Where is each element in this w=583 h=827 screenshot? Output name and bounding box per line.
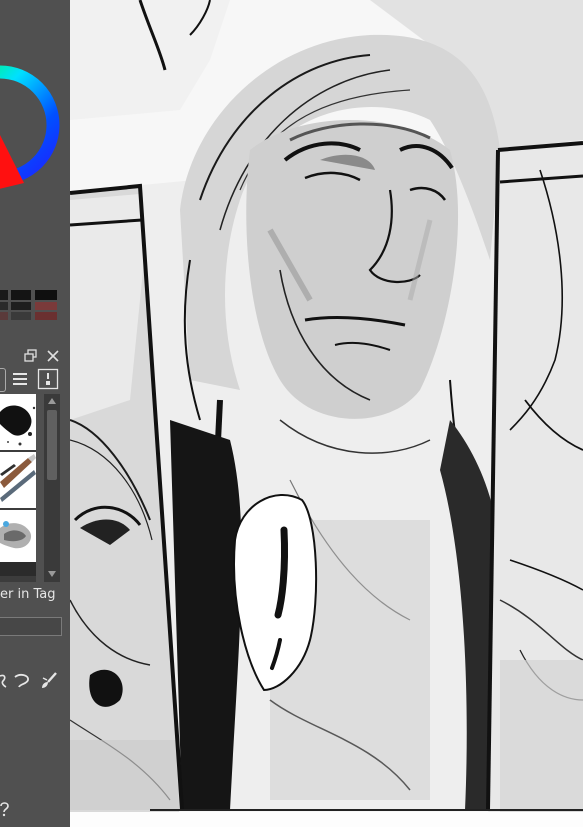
brush-search-field[interactable] <box>0 617 62 636</box>
brush-list <box>0 394 36 582</box>
brush-scrollbar[interactable] <box>44 394 60 582</box>
brush-thumbnail[interactable] <box>0 510 36 576</box>
popout-icon[interactable] <box>24 349 38 363</box>
swatch[interactable] <box>35 302 57 310</box>
settings-icon[interactable] <box>37 368 59 390</box>
paintbrush-icon[interactable] <box>38 670 60 692</box>
swatch[interactable] <box>0 290 8 300</box>
brush-view-toggle[interactable] <box>0 368 6 392</box>
brush-thumbnail[interactable] <box>0 452 36 508</box>
swatch[interactable] <box>35 290 57 300</box>
manga-page[interactable] <box>70 0 583 827</box>
center-panel <box>142 34 510 811</box>
brush-thumbnail[interactable] <box>0 394 36 450</box>
lasso-icon[interactable] <box>0 672 8 690</box>
scroll-down-icon[interactable] <box>47 570 57 578</box>
help-icon[interactable] <box>0 801 10 817</box>
left-sidebar: er in Tag <box>0 0 70 827</box>
color-swatches <box>0 288 62 324</box>
close-icon[interactable] <box>46 349 60 363</box>
color-wheel-panel <box>0 65 60 189</box>
swatch[interactable] <box>11 302 31 310</box>
hook-icon[interactable] <box>12 672 32 690</box>
swatch[interactable] <box>11 290 31 300</box>
menu-icon[interactable] <box>12 372 28 386</box>
swatch[interactable] <box>35 312 57 320</box>
scroll-up-icon[interactable] <box>47 397 57 405</box>
right-panel <box>488 145 583 827</box>
swatch[interactable] <box>11 312 31 320</box>
drawing-canvas[interactable] <box>70 0 583 827</box>
brush-tag-label: er in Tag <box>0 587 56 602</box>
swatch[interactable] <box>0 302 8 310</box>
scrollbar-thumb[interactable] <box>47 410 57 480</box>
swatch[interactable] <box>0 312 8 320</box>
